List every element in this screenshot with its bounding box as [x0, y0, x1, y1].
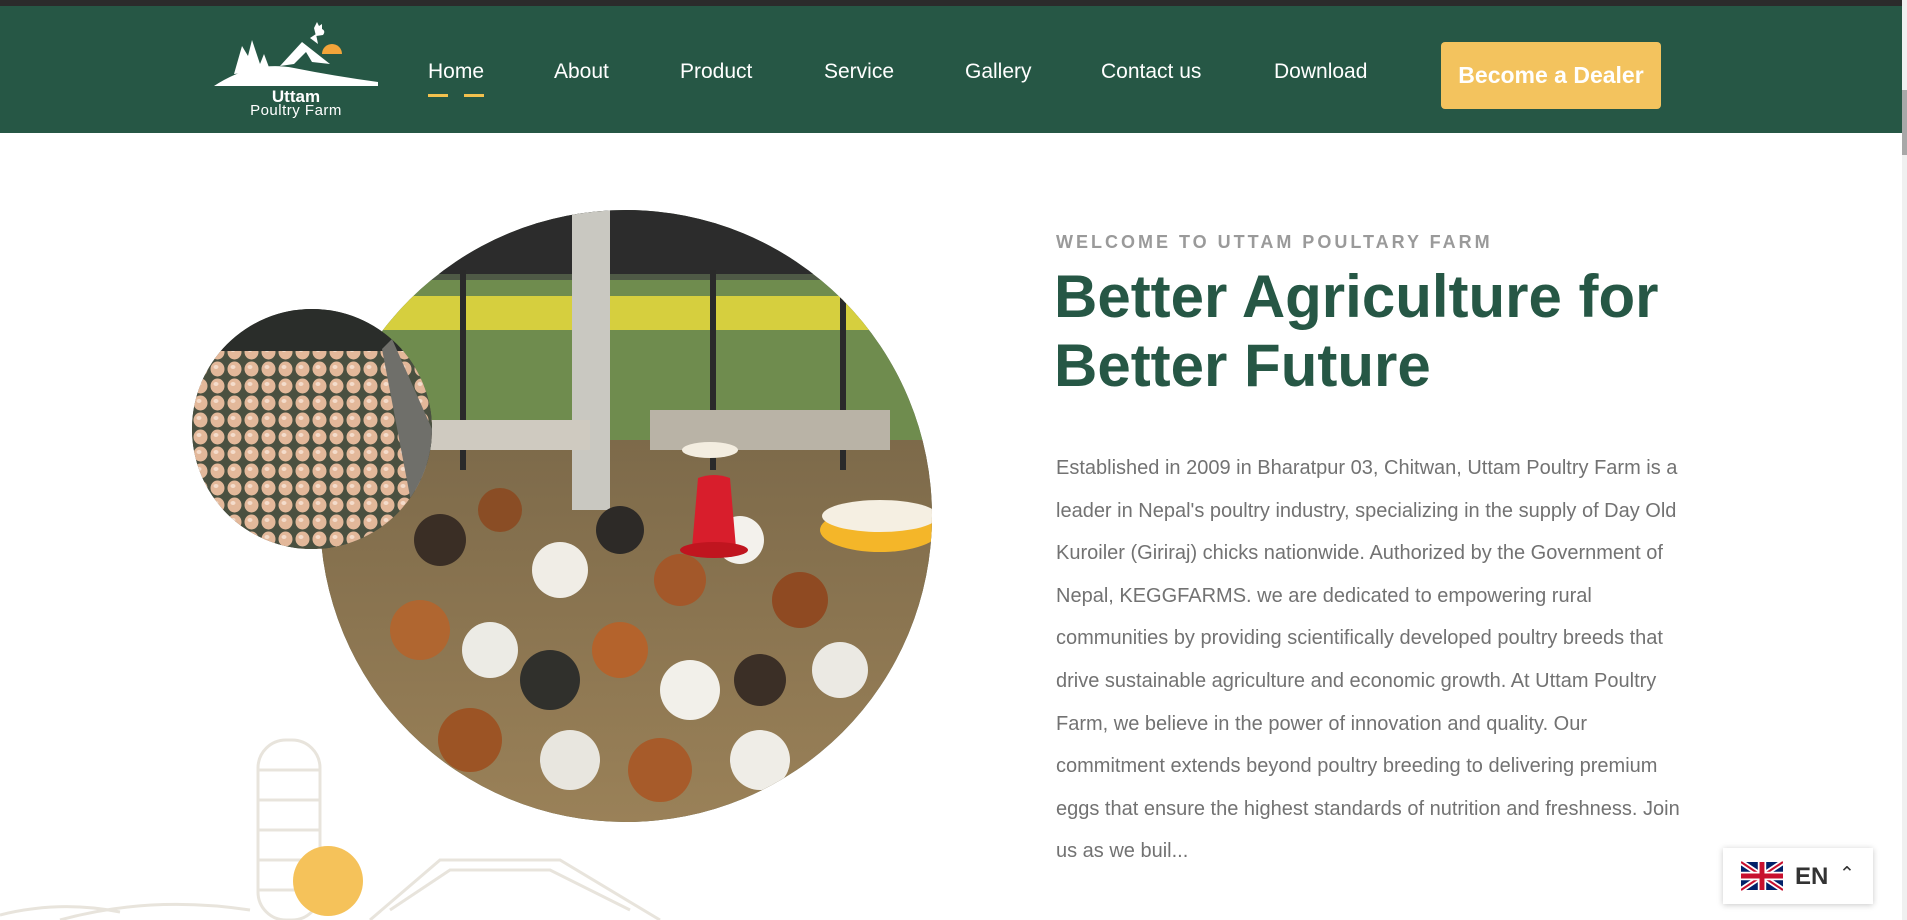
nav-about[interactable]: About [554, 60, 609, 84]
nav-active-underline-right [464, 94, 484, 97]
chevron-up-icon: ⌃ [1839, 864, 1855, 885]
uk-flag-icon [1741, 860, 1783, 892]
main-navbar: Uttam Poultry Farm Home About Product Se… [0, 6, 1902, 133]
yellow-decor-circle [293, 846, 363, 916]
nav-service[interactable]: Service [824, 60, 894, 84]
nav-download[interactable]: Download [1274, 60, 1367, 84]
nav-product[interactable]: Product [680, 60, 752, 84]
site-logo[interactable]: Uttam Poultry Farm [214, 20, 378, 124]
become-dealer-button[interactable]: Become a Dealer [1441, 42, 1661, 109]
page-scrollbar-thumb[interactable] [1902, 90, 1907, 155]
nav-home[interactable]: Home [428, 60, 484, 84]
hero-heading: Better Agriculture for Better Future [1054, 263, 1659, 399]
language-switcher[interactable]: EN ⌃ [1723, 848, 1873, 904]
language-code: EN [1795, 863, 1829, 890]
nav-active-underline-left [428, 94, 448, 97]
farm-logo-icon [214, 22, 378, 86]
hero-description: Established in 2009 in Bharatpur 03, Chi… [1056, 457, 1680, 863]
logo-name-line2: Poultry Farm [250, 102, 342, 119]
nav-gallery[interactable]: Gallery [965, 60, 1032, 84]
nav-contact-us[interactable]: Contact us [1101, 60, 1201, 84]
egg-tray-photo [192, 309, 432, 549]
hero-eyebrow: WELCOME TO UTTAM POULTARY FARM [1056, 232, 1493, 252]
